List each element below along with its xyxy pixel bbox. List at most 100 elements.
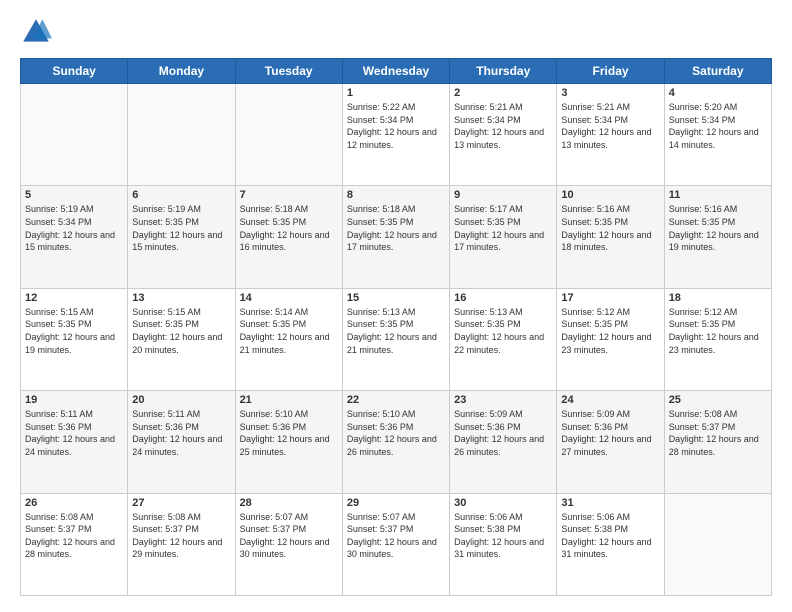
day-info: Sunrise: 5:21 AM Sunset: 5:34 PM Dayligh…	[561, 101, 659, 151]
calendar-cell: 20 Sunrise: 5:11 AM Sunset: 5:36 PM Dayli…	[128, 391, 235, 493]
day-info: Sunrise: 5:08 AM Sunset: 5:37 PM Dayligh…	[25, 511, 123, 561]
logo-icon	[20, 16, 52, 48]
day-number: 30	[454, 497, 552, 509]
calendar-cell: 2 Sunrise: 5:21 AM Sunset: 5:34 PM Daylig…	[450, 84, 557, 186]
day-info: Sunrise: 5:12 AM Sunset: 5:35 PM Dayligh…	[561, 306, 659, 356]
header-wednesday: Wednesday	[342, 59, 449, 84]
day-number: 26	[25, 497, 123, 509]
calendar-cell: 8 Sunrise: 5:18 AM Sunset: 5:35 PM Daylig…	[342, 186, 449, 288]
calendar-cell: 11Sunrise: 5:16 AM Sunset: 5:35 PM Dayli…	[664, 186, 771, 288]
day-number: 1	[347, 87, 445, 99]
day-number: 21	[240, 394, 338, 406]
header	[20, 16, 772, 48]
day-number: 31	[561, 497, 659, 509]
day-info: Sunrise: 5:07 AM Sunset: 5:37 PM Dayligh…	[347, 511, 445, 561]
day-info: Sunrise: 5:15 AM Sunset: 5:35 PM Dayligh…	[25, 306, 123, 356]
calendar-cell: 1 Sunrise: 5:22 AM Sunset: 5:34 PM Daylig…	[342, 84, 449, 186]
day-number: 17	[561, 292, 659, 304]
header-sunday: Sunday	[21, 59, 128, 84]
calendar-cell: 24Sunrise: 5:09 AM Sunset: 5:36 PM Dayli…	[557, 391, 664, 493]
header-friday: Friday	[557, 59, 664, 84]
day-info: Sunrise: 5:17 AM Sunset: 5:35 PM Dayligh…	[454, 203, 552, 253]
calendar-cell: 29 Sunrise: 5:07 AM Sunset: 5:37 PM Dayli…	[342, 493, 449, 595]
calendar-cell: 31 Sunrise: 5:06 AM Sunset: 5:38 PM Dayli…	[557, 493, 664, 595]
day-info: Sunrise: 5:09 AM Sunset: 5:36 PM Dayligh…	[454, 408, 552, 458]
calendar-cell	[235, 84, 342, 186]
calendar-week-row: 1 Sunrise: 5:22 AM Sunset: 5:34 PM Daylig…	[21, 84, 772, 186]
header-thursday: Thursday	[450, 59, 557, 84]
calendar-cell: 22 Sunrise: 5:10 AM Sunset: 5:36 PM Dayli…	[342, 391, 449, 493]
calendar-cell: 12 Sunrise: 5:15 AM Sunset: 5:35 PM Dayli…	[21, 288, 128, 390]
day-info: Sunrise: 5:08 AM Sunset: 5:37 PM Dayligh…	[669, 408, 767, 458]
calendar-cell	[664, 493, 771, 595]
calendar-cell: 21Sunrise: 5:10 AM Sunset: 5:36 PM Dayli…	[235, 391, 342, 493]
day-info: Sunrise: 5:11 AM Sunset: 5:36 PM Dayligh…	[25, 408, 123, 458]
day-info: Sunrise: 5:15 AM Sunset: 5:35 PM Dayligh…	[132, 306, 230, 356]
page: Sunday Monday Tuesday Wednesday Thursday…	[0, 0, 792, 612]
calendar-table: Sunday Monday Tuesday Wednesday Thursday…	[20, 58, 772, 596]
header-saturday: Saturday	[664, 59, 771, 84]
day-info: Sunrise: 5:12 AM Sunset: 5:35 PM Dayligh…	[669, 306, 767, 356]
day-info: Sunrise: 5:13 AM Sunset: 5:35 PM Dayligh…	[347, 306, 445, 356]
day-number: 4	[669, 87, 767, 99]
calendar-cell: 28 Sunrise: 5:07 AM Sunset: 5:37 PM Dayli…	[235, 493, 342, 595]
day-info: Sunrise: 5:22 AM Sunset: 5:34 PM Dayligh…	[347, 101, 445, 151]
day-number: 7	[240, 189, 338, 201]
day-number: 9	[454, 189, 552, 201]
day-info: Sunrise: 5:10 AM Sunset: 5:36 PM Dayligh…	[347, 408, 445, 458]
calendar-cell: 9 Sunrise: 5:17 AM Sunset: 5:35 PM Daylig…	[450, 186, 557, 288]
day-number: 8	[347, 189, 445, 201]
day-number: 11	[669, 189, 767, 201]
day-info: Sunrise: 5:21 AM Sunset: 5:34 PM Dayligh…	[454, 101, 552, 151]
calendar-cell: 3 Sunrise: 5:21 AM Sunset: 5:34 PM Daylig…	[557, 84, 664, 186]
calendar-cell: 26 Sunrise: 5:08 AM Sunset: 5:37 PM Dayli…	[21, 493, 128, 595]
day-info: Sunrise: 5:19 AM Sunset: 5:35 PM Dayligh…	[132, 203, 230, 253]
calendar-cell	[128, 84, 235, 186]
calendar-week-row: 19 Sunrise: 5:11 AM Sunset: 5:36 PM Dayli…	[21, 391, 772, 493]
day-info: Sunrise: 5:08 AM Sunset: 5:37 PM Dayligh…	[132, 511, 230, 561]
day-number: 2	[454, 87, 552, 99]
logo	[20, 16, 56, 48]
day-number: 10	[561, 189, 659, 201]
day-number: 27	[132, 497, 230, 509]
weekday-header-row: Sunday Monday Tuesday Wednesday Thursday…	[21, 59, 772, 84]
day-info: Sunrise: 5:06 AM Sunset: 5:38 PM Dayligh…	[454, 511, 552, 561]
day-number: 3	[561, 87, 659, 99]
day-number: 15	[347, 292, 445, 304]
day-info: Sunrise: 5:18 AM Sunset: 5:35 PM Dayligh…	[240, 203, 338, 253]
calendar-week-row: 26 Sunrise: 5:08 AM Sunset: 5:37 PM Dayli…	[21, 493, 772, 595]
day-number: 24	[561, 394, 659, 406]
day-info: Sunrise: 5:11 AM Sunset: 5:36 PM Dayligh…	[132, 408, 230, 458]
header-monday: Monday	[128, 59, 235, 84]
day-number: 13	[132, 292, 230, 304]
calendar-week-row: 12 Sunrise: 5:15 AM Sunset: 5:35 PM Dayli…	[21, 288, 772, 390]
calendar-cell	[21, 84, 128, 186]
day-info: Sunrise: 5:13 AM Sunset: 5:35 PM Dayligh…	[454, 306, 552, 356]
day-number: 16	[454, 292, 552, 304]
day-number: 5	[25, 189, 123, 201]
calendar-cell: 4Sunrise: 5:20 AM Sunset: 5:34 PM Daylig…	[664, 84, 771, 186]
calendar-cell: 7 Sunrise: 5:18 AM Sunset: 5:35 PM Daylig…	[235, 186, 342, 288]
day-info: Sunrise: 5:06 AM Sunset: 5:38 PM Dayligh…	[561, 511, 659, 561]
calendar-cell: 5Sunrise: 5:19 AM Sunset: 5:34 PM Daylig…	[21, 186, 128, 288]
calendar-cell: 14 Sunrise: 5:14 AM Sunset: 5:35 PM Dayli…	[235, 288, 342, 390]
day-info: Sunrise: 5:14 AM Sunset: 5:35 PM Dayligh…	[240, 306, 338, 356]
calendar-cell: 16 Sunrise: 5:13 AM Sunset: 5:35 PM Dayli…	[450, 288, 557, 390]
calendar-cell: 27 Sunrise: 5:08 AM Sunset: 5:37 PM Dayli…	[128, 493, 235, 595]
day-number: 25	[669, 394, 767, 406]
calendar-cell: 18Sunrise: 5:12 AM Sunset: 5:35 PM Dayli…	[664, 288, 771, 390]
day-number: 19	[25, 394, 123, 406]
day-number: 22	[347, 394, 445, 406]
day-info: Sunrise: 5:18 AM Sunset: 5:35 PM Dayligh…	[347, 203, 445, 253]
calendar-cell: 30 Sunrise: 5:06 AM Sunset: 5:38 PM Dayli…	[450, 493, 557, 595]
day-info: Sunrise: 5:07 AM Sunset: 5:37 PM Dayligh…	[240, 511, 338, 561]
day-number: 14	[240, 292, 338, 304]
day-number: 29	[347, 497, 445, 509]
calendar-cell: 25 Sunrise: 5:08 AM Sunset: 5:37 PM Dayli…	[664, 391, 771, 493]
calendar-cell: 23Sunrise: 5:09 AM Sunset: 5:36 PM Dayli…	[450, 391, 557, 493]
day-number: 20	[132, 394, 230, 406]
calendar-cell: 15 Sunrise: 5:13 AM Sunset: 5:35 PM Dayli…	[342, 288, 449, 390]
day-number: 12	[25, 292, 123, 304]
calendar-cell: 19 Sunrise: 5:11 AM Sunset: 5:36 PM Dayli…	[21, 391, 128, 493]
day-number: 28	[240, 497, 338, 509]
